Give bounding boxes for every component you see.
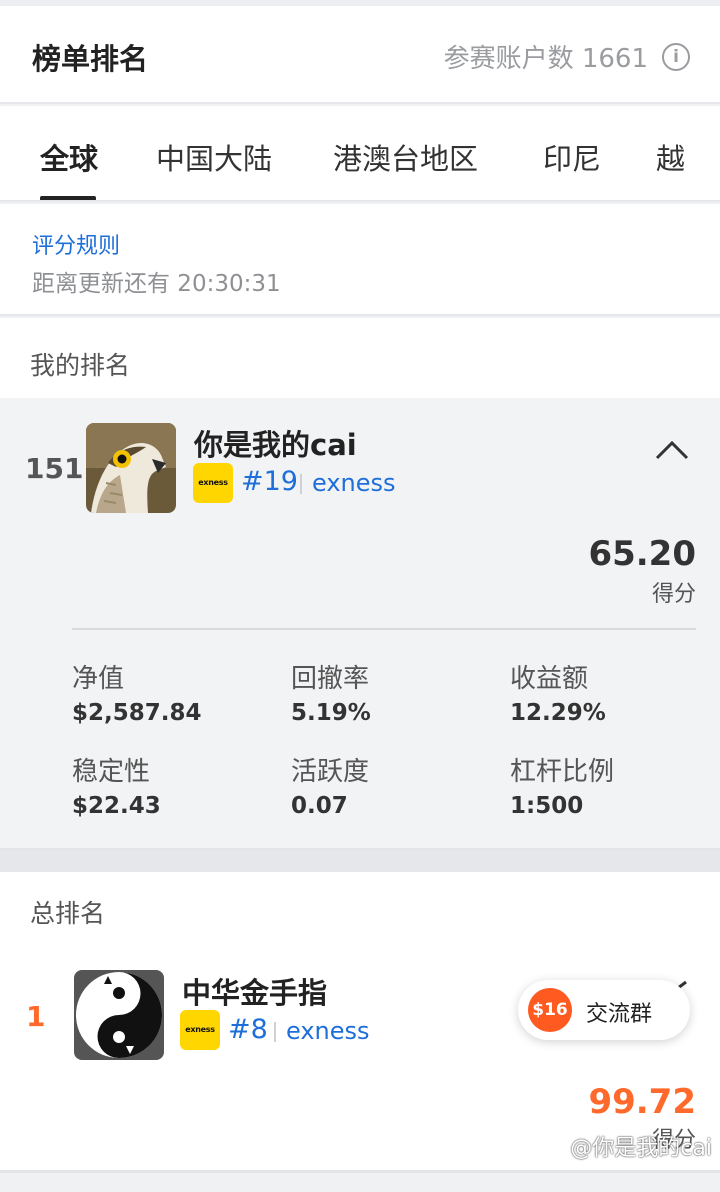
net-value-label: 净值 (72, 664, 125, 694)
scoring-rules-link[interactable]: 评分规则 (32, 228, 120, 260)
drawdown-label: 回撤率 (291, 664, 370, 694)
watermark: @你是我的cai (570, 1136, 712, 1161)
page-title: 榜单排名 (32, 42, 149, 76)
my-ranking-header: 我的排名 (0, 318, 720, 398)
activity-label: 活跃度 (291, 757, 370, 787)
exness-logo-icon: exness (193, 463, 233, 503)
chat-group-icon: $16 (528, 988, 572, 1032)
my-score-label: 得分 (651, 582, 696, 607)
leverage-value: 1:500 (510, 793, 584, 819)
avatar[interactable] (86, 423, 176, 513)
avatar[interactable] (74, 970, 164, 1060)
my-ranking-label: 我的排名 (30, 351, 131, 380)
my-broker-rank: #19 (241, 466, 298, 497)
entry-username: 中华金手指 (182, 976, 328, 1010)
drawdown-value: 5.19% (291, 700, 371, 726)
divider (300, 474, 302, 494)
hawk-avatar-icon (86, 423, 176, 513)
stability-value: $22.43 (72, 793, 161, 819)
tab-global[interactable]: 全球 (40, 136, 98, 178)
divider (0, 1170, 720, 1173)
yin-yang-cats-avatar-icon (74, 970, 164, 1060)
return-value: 12.29% (510, 700, 606, 726)
info-icon[interactable]: i (662, 42, 690, 71)
entry-broker-name: exness (286, 1017, 370, 1045)
update-countdown: 距离更新还有 20:30:31 (32, 271, 281, 297)
entry-broker-rank: #8 (228, 1014, 268, 1045)
divider (72, 628, 696, 630)
leaderboard-header: 榜单排名 参赛账户数 1661 i (0, 6, 720, 104)
rules-section: 评分规则 距离更新还有 20:30:31 (0, 204, 720, 316)
leverage-label: 杠杆比例 (510, 757, 615, 787)
tab-mainland-china[interactable]: 中国大陆 (156, 136, 272, 178)
chat-group-button[interactable]: $16 交流群 (518, 980, 690, 1040)
total-ranking-label: 总排名 (30, 899, 106, 928)
my-score: 65.20 (588, 534, 696, 574)
my-ranking-card[interactable]: 151 你是我的cai exness #19 exness 65.20 得分 净… (0, 398, 720, 850)
tab-indonesia[interactable]: 印尼 (543, 136, 601, 178)
tab-hk-macau-taiwan[interactable]: 港澳台地区 (333, 136, 478, 178)
entry-rank-number: 1 (26, 1000, 46, 1033)
region-tabs: 全球 中国大陆 港澳台地区 印尼 越 (0, 106, 720, 202)
participant-count-label: 参赛账户数 1661 (443, 44, 648, 74)
tab-vietnam[interactable]: 越 (656, 136, 685, 178)
return-label: 收益额 (510, 664, 589, 694)
chevron-up-icon[interactable] (655, 438, 689, 462)
my-username: 你是我的cai (194, 428, 357, 462)
net-value: $2,587.84 (72, 700, 202, 726)
chat-group-label: 交流群 (586, 1002, 653, 1027)
participant-count: 参赛账户数 1661 i (444, 38, 690, 75)
divider (274, 1022, 276, 1042)
my-rank-number: 151 (25, 452, 84, 485)
exness-logo-icon: exness (180, 1010, 220, 1050)
activity-value: 0.07 (291, 793, 348, 819)
entry-score: 99.72 (588, 1082, 696, 1122)
my-broker-name: exness (312, 469, 396, 497)
stability-label: 稳定性 (72, 757, 151, 787)
section-gap (0, 850, 720, 872)
active-tab-indicator (40, 196, 96, 200)
